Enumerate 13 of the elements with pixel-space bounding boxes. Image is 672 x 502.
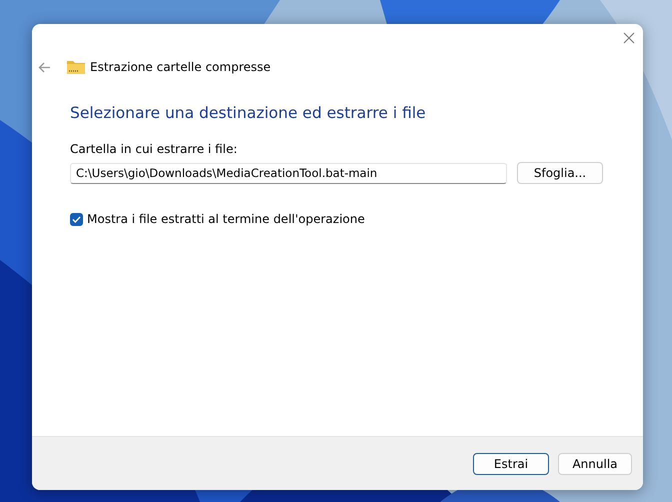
dialog-button[interactable]: Annulla xyxy=(558,452,632,474)
back-arrow-icon[interactable] xyxy=(38,62,51,72)
checkbox-label: Mostra i file estratti al termine dell'operazione xyxy=(87,212,365,226)
close-icon[interactable] xyxy=(623,32,635,44)
checkbox[interactable] xyxy=(70,212,83,226)
page-heading: Selezionare una destinazione ed estrarre i file xyxy=(70,104,427,122)
dialog-button[interactable]: Estrai xyxy=(473,452,549,474)
checkmark-icon xyxy=(72,216,81,222)
window-title: Estrazione cartelle compresse xyxy=(90,60,271,74)
zip-folder-icon xyxy=(67,60,85,74)
browse-button[interactable]: Sfoglia... xyxy=(517,162,603,184)
destination-label: Cartella in cui estrarre i file: xyxy=(70,142,238,156)
destination-field[interactable]: C:\Users\gio\Downloads\MediaCreationTool.bat-main xyxy=(70,162,507,184)
